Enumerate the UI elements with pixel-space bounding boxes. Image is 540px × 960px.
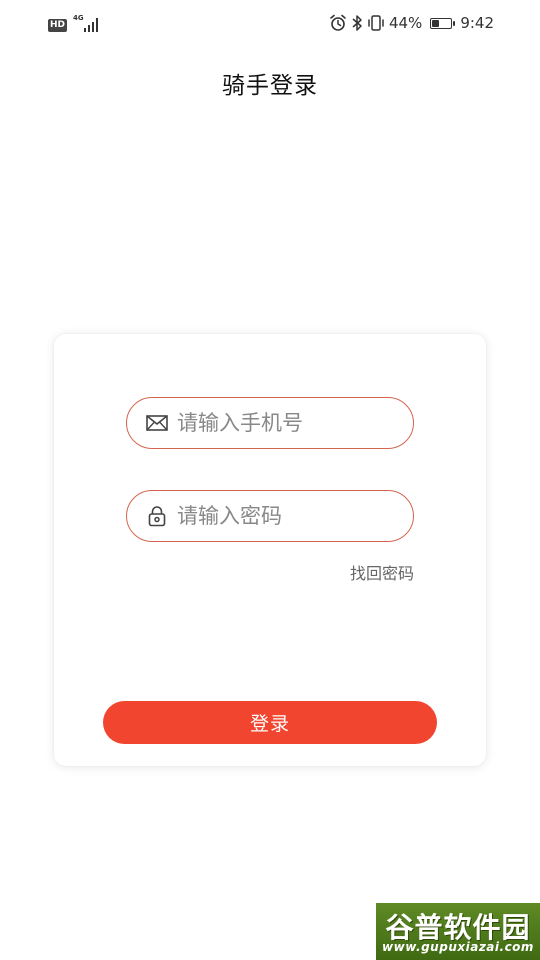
mail-icon xyxy=(145,411,169,435)
network-indicator: 4G xyxy=(73,14,101,34)
status-right: 44% 9:42 xyxy=(329,14,494,32)
phone-input[interactable] xyxy=(177,411,387,435)
lock-icon xyxy=(145,504,169,528)
password-input[interactable] xyxy=(177,504,387,528)
status-bar: HD 4G 44% 9:42 xyxy=(0,0,540,52)
phone-field[interactable] xyxy=(126,397,414,449)
watermark-url: www.gupuxiazai.com xyxy=(382,940,534,954)
battery-icon xyxy=(430,17,456,29)
clock-time: 9:42 xyxy=(460,14,494,32)
watermark-logo: 谷普软件园 www.gupuxiazai.com xyxy=(376,903,540,960)
login-button[interactable]: 登录 xyxy=(103,701,437,744)
bluetooth-icon xyxy=(352,15,362,31)
login-card: 找回密码 登录 xyxy=(54,334,486,766)
alarm-icon xyxy=(330,14,346,31)
password-field[interactable] xyxy=(126,490,414,542)
login-page: HD 4G 44% 9:42 骑手登录 请输入手机号 找回密码 登录 谷普软件园… xyxy=(0,0,540,960)
battery-percent: 44% xyxy=(388,14,423,32)
page-title: 骑手登录 xyxy=(222,73,318,99)
signal-icon xyxy=(84,18,99,32)
forgot-password-link[interactable]: 找回密码 xyxy=(350,560,414,584)
battery-level-fill xyxy=(432,19,440,27)
vibrate-icon xyxy=(368,15,384,31)
status-left: HD 4G xyxy=(48,14,101,34)
hd-badge: HD xyxy=(48,18,68,32)
